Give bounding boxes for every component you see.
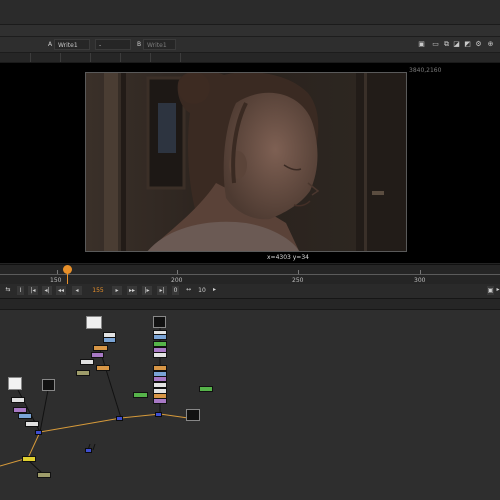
play-backward-button[interactable]: ◂ xyxy=(71,285,83,296)
fps-icon[interactable]: 0 xyxy=(171,285,180,296)
clip-warning-icon[interactable]: ◩ xyxy=(463,40,472,49)
increment-down-icon[interactable]: ▸ xyxy=(210,285,219,296)
ruler-tick xyxy=(180,53,181,62)
dot-node[interactable] xyxy=(116,416,123,421)
read-thumbnail[interactable] xyxy=(186,409,200,421)
dot-node[interactable] xyxy=(155,412,162,417)
shuffle-node[interactable] xyxy=(93,345,108,351)
timeline-tick xyxy=(177,270,178,274)
timeline[interactable]: 150 200 250 300 xyxy=(0,264,500,285)
settings-icon[interactable]: ⚙ xyxy=(474,40,483,49)
increment-field[interactable]: 10 xyxy=(195,285,209,296)
compare-icon[interactable]: ⧉ xyxy=(442,40,451,49)
coordinate-readout: x=4303 y=34 xyxy=(267,254,309,261)
crop-node[interactable] xyxy=(76,370,90,376)
region-icon[interactable]: ▭ xyxy=(431,40,440,49)
timeline-track xyxy=(0,274,500,275)
last-frame-button[interactable]: ▸| xyxy=(156,285,168,296)
merge-node[interactable] xyxy=(199,386,213,392)
crop-node[interactable] xyxy=(37,472,51,478)
timeline-tick-label: 150 xyxy=(50,277,62,284)
viewer-panel[interactable]: 3840,2160 x=4303 y=34 xyxy=(0,63,500,263)
grade-node[interactable] xyxy=(153,398,167,404)
viewer-toolbar: A Write1 - B Write1 ▣ ▭ ⧉ ◪ ◩ ⚙ ⊕ xyxy=(0,37,500,53)
prev-keyframe-button[interactable]: ◂| xyxy=(41,285,53,296)
node-connections xyxy=(0,327,189,474)
read-thumbnail[interactable] xyxy=(42,379,55,391)
panel-divider[interactable] xyxy=(0,299,500,310)
in-out-icon[interactable]: I xyxy=(16,285,25,296)
timeline-tick xyxy=(298,270,299,274)
grade-node[interactable] xyxy=(91,352,104,358)
read-thumbnail[interactable] xyxy=(8,377,22,390)
play-forward-button[interactable]: ▸ xyxy=(111,285,123,296)
display-icon[interactable]: ◪ xyxy=(452,40,461,49)
wipe-mode-dropdown[interactable]: - xyxy=(95,39,131,50)
ruler-tick xyxy=(30,53,31,62)
read-thumbnail[interactable] xyxy=(153,316,166,328)
next-keyframe-button[interactable]: |▸ xyxy=(141,285,153,296)
viewer-ruler xyxy=(0,53,500,63)
timeline-tick-label: 200 xyxy=(171,277,183,284)
ruler-tick xyxy=(150,53,151,62)
write-node[interactable] xyxy=(22,456,36,462)
node-graph[interactable] xyxy=(0,310,500,500)
playback-mode-icon[interactable]: ▣ xyxy=(486,285,495,296)
ruler-tick xyxy=(120,53,121,62)
timeline-tick-label: 300 xyxy=(414,277,426,284)
lock-icon[interactable]: ⊕ xyxy=(486,40,495,49)
read-thumbnail[interactable] xyxy=(86,316,102,329)
input-a-dropdown[interactable]: Write1 xyxy=(54,39,90,50)
step-back-button[interactable]: ◂◂ xyxy=(55,285,67,296)
transform-node[interactable] xyxy=(153,352,167,358)
dot-node[interactable] xyxy=(35,430,42,435)
increment-icon: ↔ xyxy=(185,286,192,293)
shuffle-node[interactable] xyxy=(96,365,110,371)
ruler-tick xyxy=(90,53,91,62)
first-frame-button[interactable]: |◂ xyxy=(27,285,39,296)
read-node[interactable] xyxy=(11,397,25,403)
resolution-label: 3840,2160 xyxy=(409,67,442,74)
dot-node[interactable] xyxy=(85,448,92,453)
transform-node[interactable] xyxy=(25,421,39,427)
step-forward-button[interactable]: ▸▸ xyxy=(126,285,138,296)
colorspace-node[interactable] xyxy=(153,334,167,340)
input-b-dropdown[interactable]: Write1 xyxy=(143,39,176,50)
loop-mode-icon[interactable]: ⇆ xyxy=(2,285,14,296)
colorspace-node[interactable] xyxy=(103,337,116,343)
tab-strip[interactable] xyxy=(0,25,500,37)
playhead-handle[interactable] xyxy=(63,265,72,274)
snapshot-icon[interactable]: ▣ xyxy=(417,40,426,49)
input-b-label: B xyxy=(137,41,142,48)
frame-field[interactable]: 155 xyxy=(87,285,109,296)
portrait-image xyxy=(86,73,406,251)
input-a-label: A xyxy=(48,41,53,48)
timeline-tick xyxy=(57,270,58,274)
transport-bar: ⇆ I |◂ ◂| ◂◂ ◂ 155 ▸ ▸▸ |▸ ▸| 0 ↔ 10 ▸ ▣… xyxy=(0,284,500,299)
menu-bar xyxy=(0,0,500,25)
viewer-image xyxy=(85,72,407,252)
colorspace-node[interactable] xyxy=(18,413,32,419)
read-node[interactable] xyxy=(80,359,94,365)
timeline-tick xyxy=(420,270,421,274)
merge-node[interactable] xyxy=(133,392,148,398)
timeline-tick-label: 250 xyxy=(292,277,304,284)
panel-menu-icon[interactable]: ▸ xyxy=(496,285,500,296)
ruler-tick xyxy=(60,53,61,62)
